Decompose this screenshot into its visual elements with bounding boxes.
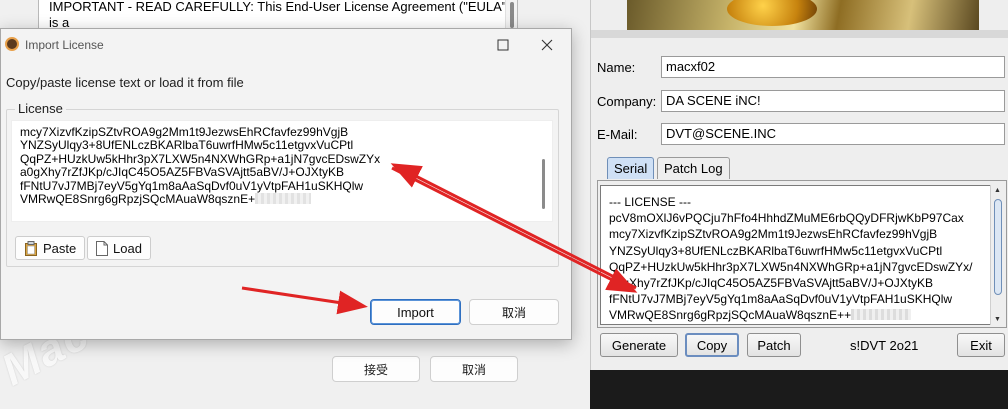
serial-line: a0gXhy7rZfJKp/cJIqC45O5AZ5FBVaSVAjtt5aBV…: [609, 276, 934, 291]
import-button[interactable]: Import: [370, 299, 461, 325]
company-input[interactable]: DA SCENE iNC!: [661, 90, 1005, 112]
import-license-dialog: Import License Copy/paste license text o…: [0, 28, 572, 340]
name-label: Name:: [597, 60, 636, 75]
patch-button[interactable]: Patch: [747, 333, 801, 357]
eula-text: IMPORTANT - READ CAREFULLY: This End-Use…: [49, 0, 511, 30]
dialog-titlebar[interactable]: Import License: [1, 29, 571, 61]
dialog-instruction: Copy/paste license text or load it from …: [6, 75, 244, 90]
license-line: mcy7XizvfKzipSZtvROA9g2Mm1t9JezwsEhRCfav…: [20, 125, 349, 139]
credit-text: s!DVT 2o21: [850, 338, 919, 353]
scroll-up-icon[interactable]: ▲: [994, 187, 1001, 194]
keygen-banner: [627, 0, 979, 30]
installer-cancel-button[interactable]: 取消: [430, 356, 518, 382]
name-input[interactable]: macxf02: [661, 56, 1005, 78]
clipboard-icon: [25, 240, 37, 256]
exit-button[interactable]: Exit: [957, 333, 1005, 357]
redacted-text: [851, 309, 912, 321]
document-icon: [96, 240, 108, 256]
paste-label: Paste: [43, 240, 77, 256]
license-group-label: License: [15, 101, 66, 116]
serial-line: pcV8mOXlJ6vPQCju7hFfo4HhhdZMuME6rbQQyDFR…: [609, 211, 964, 226]
serial-line: --- LICENSE ---: [609, 195, 691, 209]
company-label: Company:: [597, 94, 657, 109]
license-line: fFNtU7vJ7MBj7eyV5gYq1m8aAaSqDvf0uV1yVtpF…: [20, 178, 364, 193]
tab-serial[interactable]: Serial: [607, 157, 655, 179]
paste-button[interactable]: Paste: [15, 236, 86, 260]
serial-line-text: VMRwQE8Snrg6gRpzjSQcMAuaW8qsznE++: [609, 308, 852, 323]
serial-line: QqPZ+HUzkUw5kHhr3pX7LXW5n4NXWhGRp+a1jN7g…: [609, 259, 973, 274]
generate-button[interactable]: Generate: [600, 333, 678, 357]
desktop-background: [590, 370, 1008, 409]
load-label: Load: [113, 240, 142, 256]
serial-line: YNZSyUlqy3+8UfENLczBKARlbaT6uwrfHMw5c11e…: [609, 243, 943, 258]
license-line-last: VMRwQE8Snrg6gRpzjSQcMAuaW8qsznE+: [20, 192, 544, 207]
license-line: QqPZ+HUzkUw5kHhr3pX7LXW5n4NXWhGRp+a1jN7g…: [20, 151, 381, 166]
email-input[interactable]: DVT@SCENE.INC: [661, 123, 1005, 145]
maximize-icon[interactable]: [481, 33, 525, 57]
license-line: a0gXhy7rZfJKp/cJIqC45O5AZ5FBVaSVAjtt5aBV…: [20, 165, 345, 180]
load-button[interactable]: Load: [87, 236, 151, 260]
license-line-text: VMRwQE8Snrg6gRpzjSQcMAuaW8qsznE+: [20, 192, 256, 207]
dialog-title: Import License: [25, 38, 104, 52]
serial-line-last: VMRwQE8Snrg6gRpzjSQcMAuaW8qsznE++: [609, 307, 991, 323]
serial-textarea[interactable]: --- LICENSE --- pcV8mOXlJ6vPQCju7hFfo4Hh…: [600, 185, 992, 325]
redacted-text: [255, 193, 312, 205]
banner-divider: [591, 30, 1008, 38]
serial-panel: --- LICENSE --- pcV8mOXlJ6vPQCju7hFfo4Hh…: [597, 180, 1007, 328]
serial-line: fFNtU7vJ7MBj7eyV5gYq1m8aAaSqDvf0uV1yVtpF…: [609, 292, 953, 307]
license-textarea[interactable]: mcy7XizvfKzipSZtvROA9g2Mm1t9JezwsEhRCfav…: [11, 120, 553, 222]
serial-scrollbar[interactable]: ▲ ▼: [990, 185, 1004, 325]
email-label: E-Mail:: [597, 127, 638, 142]
dialog-cancel-button[interactable]: 取消: [469, 299, 559, 325]
license-group: License mcy7XizvfKzipSZtvROA9g2Mm1t9Jezw…: [6, 101, 559, 267]
keygen-window: Name: macxf02 Company: DA SCENE iNC! E-M…: [590, 0, 1008, 370]
scroll-down-icon[interactable]: ▼: [994, 316, 1001, 323]
app-icon: [5, 37, 19, 51]
license-scrollbar[interactable]: [542, 159, 545, 209]
banner-logo: [727, 0, 817, 26]
copy-button[interactable]: Copy: [685, 333, 739, 357]
accept-button[interactable]: 接受: [332, 356, 420, 382]
tab-patch-log[interactable]: Patch Log: [657, 157, 730, 179]
license-line: YNZSyUlqy3+8UfENLczBKARlbaT6uwrfHMw5c11e…: [20, 138, 354, 153]
serial-line: mcy7XizvfKzipSZtvROA9g2Mm1t9JezwsEhRCfav…: [609, 227, 938, 242]
close-icon[interactable]: [525, 33, 569, 57]
scroll-thumb[interactable]: [994, 199, 1002, 295]
